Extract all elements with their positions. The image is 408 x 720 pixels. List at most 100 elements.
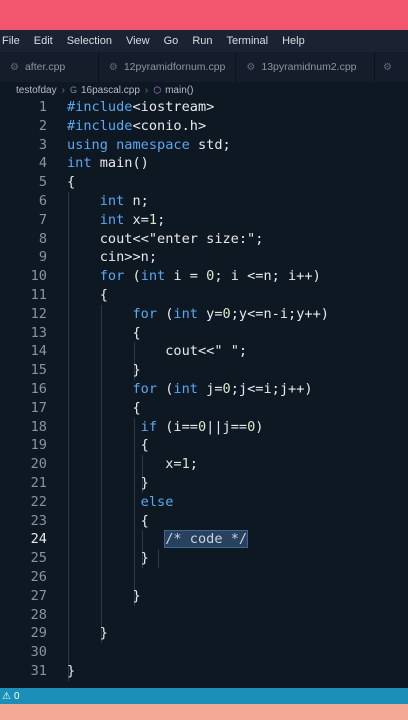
chevron-right-icon: › [61,84,65,96]
code-text: using namespace std; [67,136,231,153]
code-line[interactable]: 13 { [0,324,408,343]
code-line[interactable]: 24 /* code */ [0,530,408,549]
line-number: 20 [30,456,47,473]
line-number: 5 [38,174,47,191]
menu-help[interactable]: Help [282,35,305,47]
code-line[interactable]: 31} [0,662,408,681]
tab-12pyramidfornum-cpp[interactable]: ⚙ 12pyramidfornum.cpp [99,52,237,82]
code-line[interactable]: 21 } [0,474,408,493]
breadcrumb-symbol[interactable]: main() [165,85,193,96]
code-line[interactable]: 7 int x=1; [0,211,408,230]
tab-label: after.cpp [24,61,66,73]
code-text: { [67,287,108,303]
code-line[interactable]: 3 using namespace std; [0,136,408,155]
code-text: else [140,493,174,510]
code-line[interactable]: 19 { [0,436,408,455]
line-number: 25 [30,550,47,567]
line-number: 10 [30,268,47,285]
cpp-file-icon: ⚙ [383,61,392,73]
code-line[interactable]: 26 [0,568,408,587]
code-text: #include<conio.h> [67,117,207,134]
menu-bar: File Edit Selection View Go Run Terminal… [0,30,408,52]
code-line[interactable]: 6 int n; [0,192,408,211]
tab-label: 13pyramidnum2.cpp [261,61,357,73]
code-line[interactable]: 1 #include<iostream> [0,98,408,117]
menu-selection[interactable]: Selection [67,35,112,47]
cpp-file-icon: ⚙ [246,61,256,73]
code-text: x=1; [67,456,198,473]
code-text: } [67,475,149,491]
code-editor[interactable]: 1 #include<iostream> 2 #include<conio.h> 3 us… [0,98,408,688]
code-text: } [67,625,108,642]
code-line[interactable]: 5{ [0,173,408,192]
line-number: 22 [30,493,47,510]
cpp-file-icon: G [69,85,77,95]
line-number: 27 [30,587,47,604]
code-line[interactable]: 17 { [0,399,408,418]
code-line[interactable]: 15 } [0,361,408,380]
tab-overflow[interactable]: ⚙ [375,52,408,82]
code-line[interactable]: 20 x=1; [0,455,408,474]
code-line[interactable]: 16 for (int j=0;j<=i;j++) [0,380,408,399]
code-text: /* code */ [67,530,249,549]
code-text: { [67,324,141,341]
line-number: 4 [38,155,47,172]
line-number: 31 [30,663,47,679]
code-line[interactable]: 4 int main() [0,154,408,173]
code-line[interactable]: 28 [0,606,408,625]
code-line[interactable]: 8 cout<<"enter size:"; [0,230,408,249]
breadcrumb-folder[interactable]: testofday [16,85,57,96]
code-line[interactable]: 25 } [0,549,408,568]
function-symbol-icon: ⬡ [153,84,162,95]
code-text: int x=1; [99,211,166,228]
tab-13pyramidnum2-cpp[interactable]: ⚙ 13pyramidnum2.cpp [236,52,376,82]
code-line[interactable]: 18 if (i==0||j==0) [0,418,408,437]
code-line[interactable]: 2 #include<conio.h> [0,117,408,136]
line-number: 28 [30,606,47,623]
top-decor-band [0,0,408,30]
code-text: #include<iostream> [67,99,215,115]
code-text: } [67,587,141,604]
code-text: cin>>n; [67,249,158,266]
menu-file[interactable]: File [2,35,20,47]
code-line[interactable]: 29 } [0,624,408,643]
menu-go[interactable]: Go [164,35,179,47]
problems-count[interactable]: 0 [14,691,20,702]
menu-terminal[interactable]: Terminal [227,35,269,47]
code-text: for (int y=0;y<=n-i;y++) [132,305,329,322]
code-text: { [67,512,149,529]
line-number: 7 [38,211,47,228]
line-number: 23 [30,512,47,529]
line-number: 15 [30,362,47,379]
line-number: 29 [30,625,47,642]
line-number: 26 [30,569,47,585]
tab-label: 12pyramidfornum.cpp [123,61,226,73]
code-line[interactable]: 9 cin>>n; [0,248,408,267]
code-text: for (int i = 0; i <=n; i++) [99,268,321,285]
code-text: { [67,437,149,454]
menu-run[interactable]: Run [192,35,212,47]
code-line[interactable]: 30 [0,643,408,662]
code-line[interactable]: 11 { [0,286,408,305]
tab-after-cpp[interactable]: ⚙ after.cpp [0,52,99,82]
menu-edit[interactable]: Edit [34,35,53,47]
code-line[interactable]: 23 { [0,512,408,531]
problems-icon[interactable]: ⚠ [2,691,11,702]
line-number: 13 [30,324,47,341]
code-text: if (i==0||j==0) [140,418,264,435]
code-line[interactable]: 10 for (int i = 0; i <=n; i++) [0,267,408,286]
code-line[interactable]: 12 for (int y=0;y<=n-i;y++) [0,305,408,324]
code-text: } [67,550,149,567]
editor-tab-bar: ⚙ after.cpp ⚙ 12pyramidfornum.cpp ⚙ 13py… [0,52,408,82]
code-line[interactable]: 22 else [0,493,408,512]
line-number: 11 [30,287,47,303]
chevron-right-icon: › [144,84,149,96]
code-line[interactable]: 27 } [0,587,408,606]
line-number: 2 [38,117,47,134]
code-text: int n; [99,193,149,209]
code-line[interactable]: 14 cout<<" "; [0,342,408,361]
selected-comment[interactable]: /* code */ [164,530,249,549]
breadcrumb: testofday › G 16pascal.cpp › ⬡ main() [0,82,408,98]
menu-view[interactable]: View [126,35,150,47]
breadcrumb-file[interactable]: 16pascal.cpp [81,85,140,96]
